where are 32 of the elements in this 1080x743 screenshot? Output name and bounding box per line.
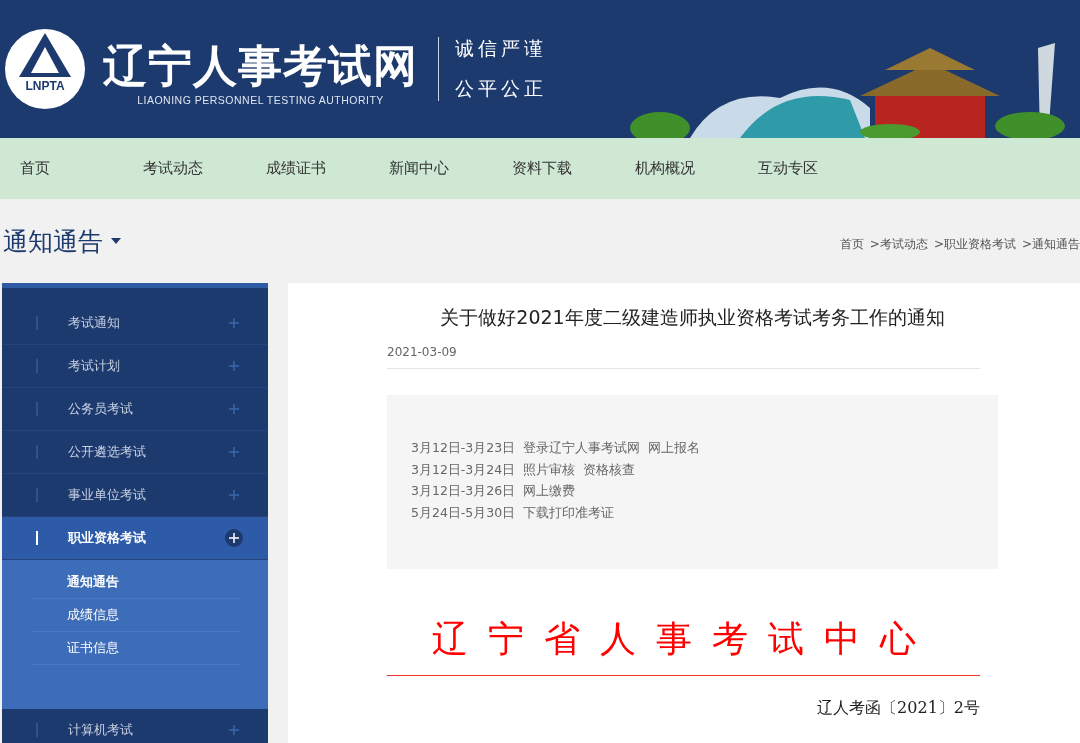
motto: 诚信严谨 <box>455 36 547 61</box>
nav-link[interactable]: 成绩证书 <box>266 159 389 178</box>
schedule-line: 5月24日-5月30日 下载打印准考证 <box>411 503 616 522</box>
nav-link[interactable]: 互动专区 <box>758 159 881 178</box>
sidebar-item[interactable]: 职业资格考试 <box>2 517 268 560</box>
site-subtitle: LIAONING PERSONNEL TESTING AUTHORITY <box>137 94 384 107</box>
logo-text: LNPTA <box>25 79 65 93</box>
breadcrumb-link[interactable]: 首页 <box>839 235 864 253</box>
nav-link[interactable]: 考试动态 <box>143 159 266 178</box>
plus-icon[interactable] <box>225 529 243 547</box>
schedule-line: 3月12日-3月24日 照片审核 资格核查 <box>411 460 637 479</box>
issuer-heading: 辽宁省人事考试中心 <box>387 617 980 676</box>
site-title: 辽宁人事考试网 <box>103 41 418 91</box>
schedule-line: 3月12日-3月23日 登录辽宁人事考试网 网上报名 <box>411 439 702 457</box>
submenu-item[interactable]: 通知通告 <box>32 566 240 599</box>
nav-link[interactable]: 新闻中心 <box>389 159 512 178</box>
page-title: 通知通告 <box>3 225 103 258</box>
motto: 公平公正 <box>455 76 547 101</box>
breadcrumb-link[interactable]: >考试动态 <box>869 235 928 253</box>
nav-link[interactable]: 资料下载 <box>512 159 635 178</box>
article-date: 2021-03-09 <box>387 345 980 369</box>
nav-link[interactable]: 首页 <box>20 159 143 178</box>
document-number: 辽人考函〔2021〕2号 <box>816 698 980 718</box>
article-title: 关于做好2021年度二级建造师执业资格考试考务工作的通知 <box>439 305 946 330</box>
schedule-line: 3月12日-3月26日 网上缴费 <box>411 482 577 500</box>
tent-icon <box>17 33 73 77</box>
submenu-item[interactable]: 成绩信息 <box>32 599 240 632</box>
nav-link[interactable]: 机构概况 <box>635 159 758 178</box>
breadcrumb-link[interactable]: >职业资格考试 <box>933 235 1016 253</box>
submenu-item[interactable]: 证书信息 <box>32 632 240 665</box>
caret-icon[interactable] <box>111 238 121 244</box>
breadcrumb-link[interactable]: >通知通告 <box>1021 235 1080 253</box>
